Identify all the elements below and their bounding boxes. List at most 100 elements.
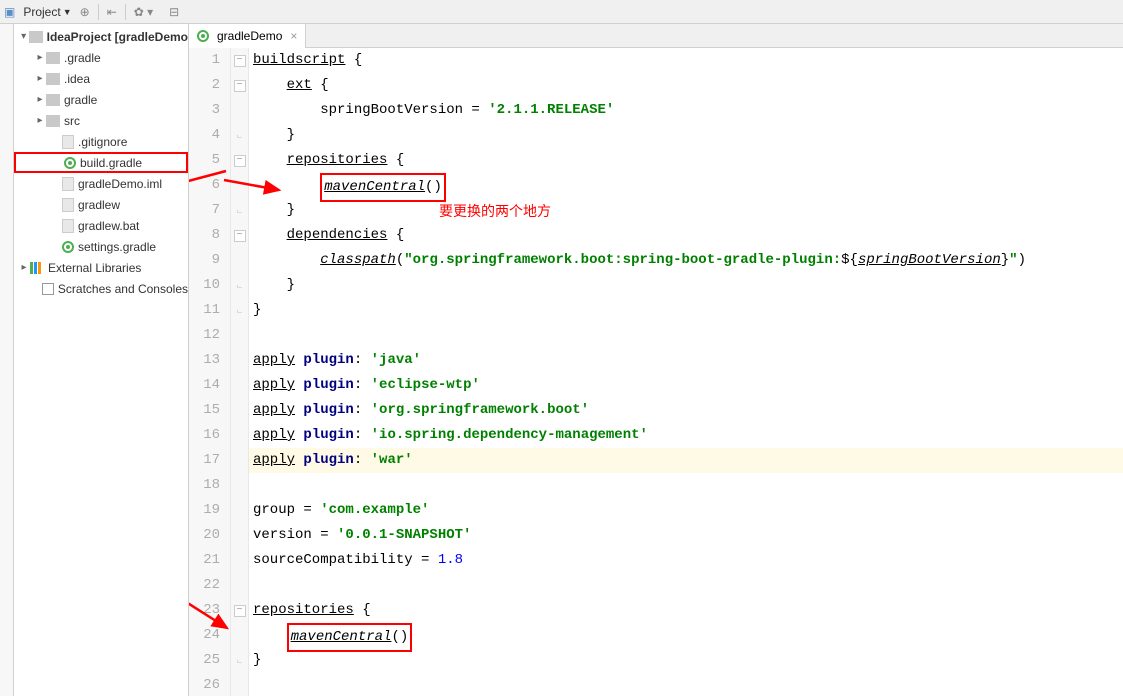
code-line[interactable]: }: [249, 273, 1123, 298]
tree-item[interactable]: .gitignore: [14, 131, 188, 152]
expand-arrow-icon[interactable]: [18, 31, 29, 42]
code-line[interactable]: classpath("org.springframework.boot:spri…: [249, 248, 1123, 273]
expand-arrow-icon[interactable]: [34, 94, 46, 105]
tree-item[interactable]: gradlew.bat: [14, 215, 188, 236]
editor-tab[interactable]: gradleDemo ×: [189, 24, 306, 48]
fold-marker[interactable]: −: [231, 598, 248, 623]
code-line[interactable]: apply plugin: 'eclipse-wtp': [249, 373, 1123, 398]
line-number: 16: [189, 423, 220, 448]
tree-item[interactable]: gradle: [14, 89, 188, 110]
gear-icon[interactable]: ✿ ▾: [134, 5, 153, 19]
code-line[interactable]: apply plugin: 'org.springframework.boot': [249, 398, 1123, 423]
file-icon: [62, 135, 74, 149]
code-line[interactable]: apply plugin: 'java': [249, 348, 1123, 373]
line-number: 7: [189, 198, 220, 223]
line-number: 21: [189, 548, 220, 573]
project-window-icon[interactable]: ▣: [4, 5, 15, 19]
collapse-icon[interactable]: ⇤: [107, 5, 117, 19]
tree-item-label: gradlew: [78, 198, 120, 212]
tree-item[interactable]: src: [14, 110, 188, 131]
code-line[interactable]: mavenCentral(): [249, 623, 1123, 648]
folder-icon: [46, 115, 60, 127]
expand-arrow-icon[interactable]: [18, 262, 30, 273]
tree-item[interactable]: .idea: [14, 68, 188, 89]
code-line[interactable]: springBootVersion = '2.1.1.RELEASE': [249, 98, 1123, 123]
code-line[interactable]: }: [249, 123, 1123, 148]
file-icon: [62, 198, 74, 212]
fold-marker: [231, 498, 248, 523]
code-line[interactable]: [249, 323, 1123, 348]
project-dropdown[interactable]: Project ▼: [23, 5, 71, 19]
fold-marker: [231, 548, 248, 573]
left-gutter: [0, 24, 14, 696]
fold-marker[interactable]: −: [231, 48, 248, 73]
fold-marker: [231, 673, 248, 696]
file-icon: [62, 177, 74, 191]
fold-marker: ⌐: [231, 198, 248, 223]
tree-item[interactable]: Scratches and Consoles: [14, 278, 188, 299]
tree-item[interactable]: gradlew: [14, 194, 188, 215]
tree-item-label: settings.gradle: [78, 240, 156, 254]
expand-arrow-icon[interactable]: [34, 52, 46, 63]
line-number: 4: [189, 123, 220, 148]
code-line[interactable]: sourceCompatibility = 1.8: [249, 548, 1123, 573]
tree-item-label: Scratches and Consoles: [58, 282, 188, 296]
tree-item[interactable]: settings.gradle: [14, 236, 188, 257]
fold-marker: [231, 473, 248, 498]
code-line[interactable]: apply plugin: 'io.spring.dependency-mana…: [249, 423, 1123, 448]
tree-item-label: .gradle: [64, 51, 101, 65]
code-line[interactable]: version = '0.0.1-SNAPSHOT': [249, 523, 1123, 548]
fold-marker: [231, 423, 248, 448]
line-number: 11: [189, 298, 220, 323]
fold-marker[interactable]: −: [231, 148, 248, 173]
fold-marker: ⌐: [231, 298, 248, 323]
folder-icon: [46, 73, 60, 85]
folder-icon: [46, 94, 60, 106]
gradle-icon: [64, 157, 76, 169]
expand-arrow-icon[interactable]: [34, 115, 46, 126]
target-icon[interactable]: ⊕: [80, 5, 90, 19]
fold-marker: [231, 448, 248, 473]
fold-marker: [231, 623, 248, 648]
fold-marker[interactable]: −: [231, 73, 248, 98]
toolbar: ▣ Project ▼ ⊕ ⇤ ✿ ▾ ⊟: [0, 0, 1123, 24]
fold-marker: [231, 98, 248, 123]
code-line[interactable]: [249, 673, 1123, 696]
code-line[interactable]: repositories {: [249, 148, 1123, 173]
tree-item[interactable]: IdeaProject [gradleDemo: [14, 26, 188, 47]
code-line[interactable]: ext {: [249, 73, 1123, 98]
line-number: 2: [189, 73, 220, 98]
tree-item[interactable]: build.gradle: [14, 152, 188, 173]
code-line[interactable]: [249, 473, 1123, 498]
code-line[interactable]: buildscript {: [249, 48, 1123, 73]
code-lines[interactable]: buildscript { ext { springBootVersion = …: [249, 48, 1123, 696]
line-number: 19: [189, 498, 220, 523]
fold-marker: ⌐: [231, 123, 248, 148]
tree-item[interactable]: .gradle: [14, 47, 188, 68]
fold-marker: ⌐: [231, 648, 248, 673]
tree-item[interactable]: gradleDemo.iml: [14, 173, 188, 194]
tree-item-label: src: [64, 114, 80, 128]
code-editor[interactable]: 1234567891011121314151617181920212223242…: [189, 48, 1123, 696]
code-line[interactable]: repositories {: [249, 598, 1123, 623]
code-line[interactable]: mavenCentral(): [249, 173, 1123, 198]
close-icon[interactable]: ×: [290, 29, 297, 43]
gradle-icon: [62, 241, 74, 253]
tree-item-label: gradle: [64, 93, 97, 107]
code-line[interactable]: }: [249, 298, 1123, 323]
code-line[interactable]: group = 'com.example': [249, 498, 1123, 523]
line-number-gutter: 1234567891011121314151617181920212223242…: [189, 48, 231, 696]
code-line[interactable]: apply plugin: 'war': [249, 448, 1123, 473]
hide-icon[interactable]: ⊟: [169, 5, 179, 19]
fold-marker: [231, 573, 248, 598]
code-line[interactable]: dependencies {: [249, 223, 1123, 248]
line-number: 13: [189, 348, 220, 373]
tree-item-label: gradlew.bat: [78, 219, 139, 233]
fold-marker: [231, 173, 248, 198]
fold-marker: ⌐: [231, 273, 248, 298]
expand-arrow-icon[interactable]: [34, 73, 46, 84]
tree-item[interactable]: External Libraries: [14, 257, 188, 278]
fold-marker[interactable]: −: [231, 223, 248, 248]
tree-item-label: IdeaProject [gradleDemo: [47, 30, 188, 44]
code-line[interactable]: [249, 573, 1123, 598]
